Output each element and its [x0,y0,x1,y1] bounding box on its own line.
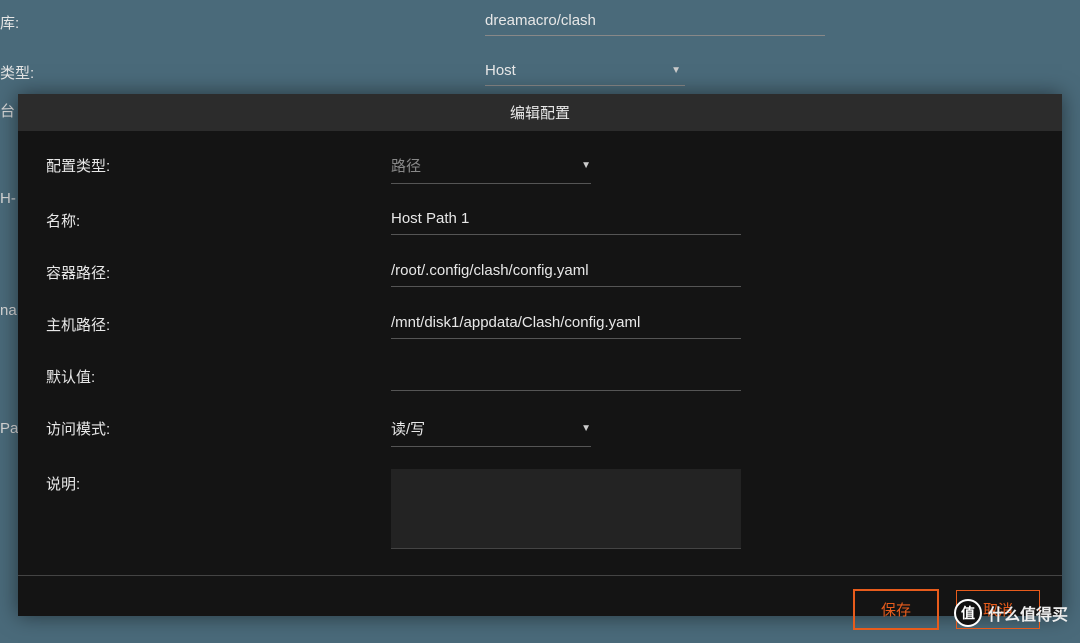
bg-peek-3: na [0,302,17,319]
watermark-text: 什么值得买 [988,601,1068,625]
label-description: 说明: [46,469,391,494]
bg-label-repo: 库: [0,12,130,33]
label-container-path: 容器路径: [46,258,391,283]
watermark: 值 什么值得买 [954,599,1068,627]
bg-value-type: Host [485,62,516,79]
bg-value-repo: dreamacro/clash [485,12,596,29]
watermark-icon: 值 [954,599,982,627]
bg-select-type[interactable]: Host ▼ [485,58,685,86]
bg-peek-2: H- [0,190,16,207]
label-default-value: 默认值: [46,362,391,387]
edit-config-modal: 编辑配置 配置类型: 路径 ▼ 名称: 容器路径: [18,94,1062,616]
bg-label-type: 类型: [0,62,130,83]
bg-peek-4: Pa [0,420,18,437]
textarea-description[interactable] [391,469,741,549]
bg-field-repo[interactable]: dreamacro/clash [485,8,825,36]
label-access-mode: 访问模式: [46,414,391,439]
modal-title: 编辑配置 [18,94,1062,131]
label-config-type: 配置类型: [46,151,391,176]
label-host-path: 主机路径: [46,310,391,335]
input-host-path[interactable] [391,310,741,339]
input-name[interactable] [391,206,741,235]
input-default-value[interactable] [391,362,741,391]
bg-peek-1: 台 [0,100,15,121]
select-config-type[interactable]: 路径 ▼ [391,151,591,184]
select-access-mode[interactable]: 读/写 ▼ [391,414,591,447]
chevron-down-icon: ▼ [671,65,681,76]
save-button[interactable]: 保存 [854,590,938,629]
chevron-down-icon: ▼ [581,423,591,434]
label-name: 名称: [46,206,391,231]
input-container-path[interactable] [391,258,741,287]
chevron-down-icon: ▼ [581,160,591,171]
modal-body: 配置类型: 路径 ▼ 名称: 容器路径: 主机路径: [18,131,1062,575]
select-config-type-value: 路径 [391,155,421,176]
select-access-mode-value: 读/写 [391,418,425,439]
